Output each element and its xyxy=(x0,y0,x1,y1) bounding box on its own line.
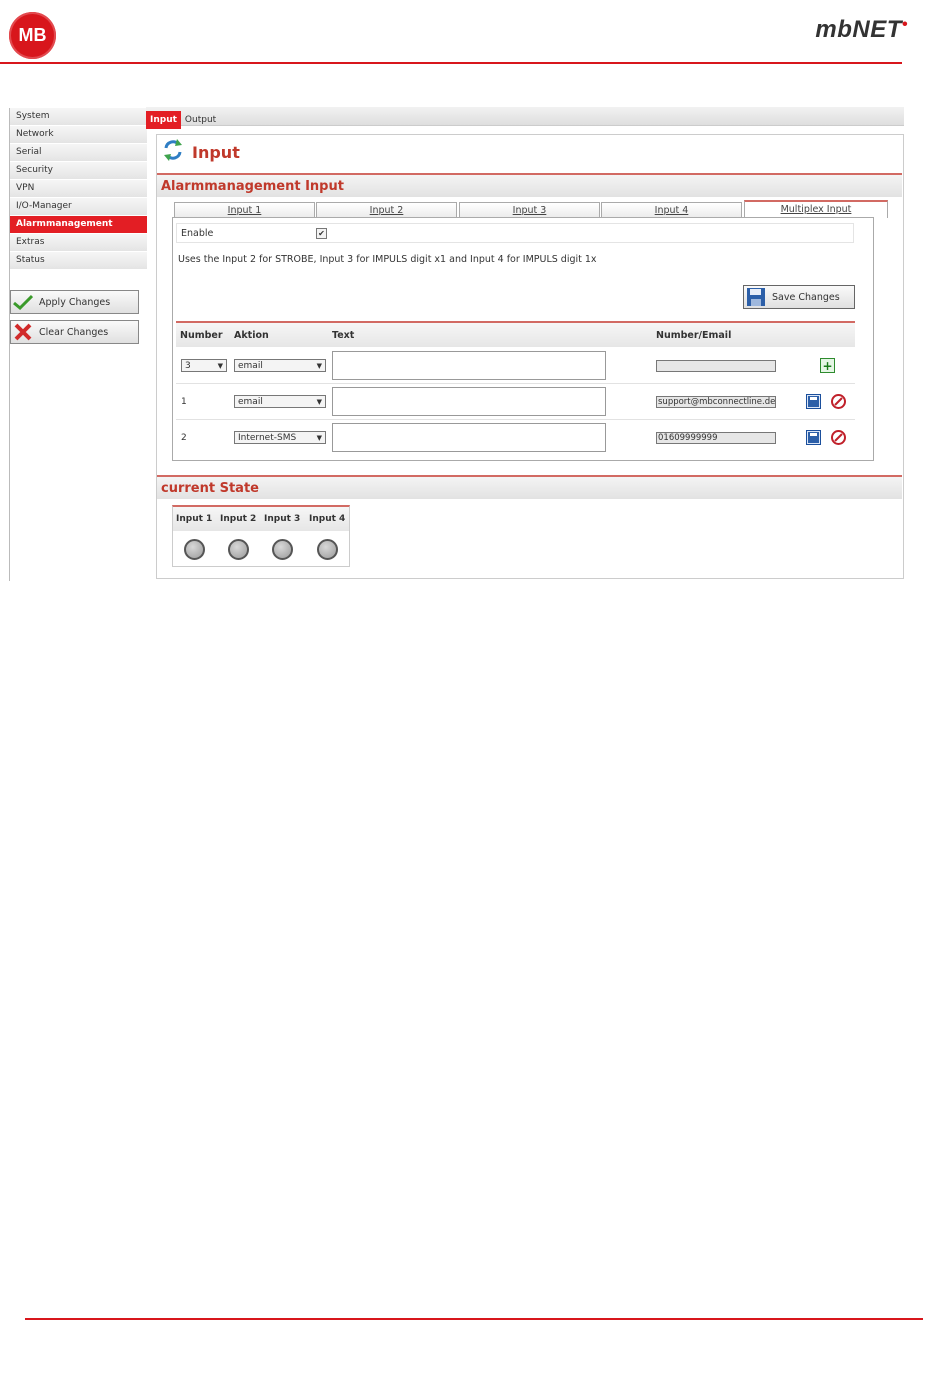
chevron-down-icon: ▼ xyxy=(316,362,322,370)
input-3-status-led-icon xyxy=(272,539,293,560)
sidebar-item-io-manager[interactable]: I/O-Manager xyxy=(10,198,147,216)
subtab-input-2[interactable]: Input 2 xyxy=(316,202,457,217)
clear-changes-button[interactable]: Clear Changes xyxy=(10,320,139,344)
new-email-input[interactable] xyxy=(656,360,776,372)
sidebar-item-alarmmanagement[interactable]: Alarmmanagement xyxy=(10,216,147,234)
col-header-text: Text xyxy=(332,330,355,341)
brand-text: mbNET xyxy=(815,16,902,43)
sidebar-item-network[interactable]: Network xyxy=(10,126,147,144)
brand-mark: • xyxy=(901,16,908,33)
row-1-email-input[interactable]: support@mbconnectline.de xyxy=(656,396,776,408)
section-header-current-state: current State xyxy=(157,475,902,499)
sidebar-item-extras[interactable]: Extras xyxy=(10,234,147,252)
row-2-email-input[interactable]: 01609999999 xyxy=(656,432,776,444)
row-2-aktion-value: Internet-SMS xyxy=(238,433,297,443)
apply-changes-button[interactable]: Apply Changes xyxy=(10,290,139,314)
floppy-disk-icon xyxy=(746,287,766,307)
add-icon[interactable]: + xyxy=(820,358,835,373)
subtab-input-3[interactable]: Input 3 xyxy=(459,202,600,217)
header-divider xyxy=(0,62,902,64)
row-divider xyxy=(176,383,855,384)
sidebar-item-status[interactable]: Status xyxy=(10,252,147,270)
new-aktion-value: email xyxy=(238,361,263,371)
state-table-header: Input 1 Input 2 Input 3 Input 4 xyxy=(173,507,349,531)
delete-icon[interactable] xyxy=(831,394,846,409)
input-4-status-led-icon xyxy=(317,539,338,560)
col-header-email: Number/Email xyxy=(656,330,732,341)
clear-changes-label: Clear Changes xyxy=(39,326,109,338)
subtab-input-4[interactable]: Input 4 xyxy=(601,202,742,217)
chevron-down-icon: ▼ xyxy=(316,398,322,406)
mb-logo: MB xyxy=(9,12,56,59)
state-label-input-1: Input 1 xyxy=(176,514,213,524)
col-header-aktion: Aktion xyxy=(234,330,269,341)
sidebar-item-system[interactable]: System xyxy=(10,108,147,126)
chevron-down-icon: ▼ xyxy=(217,362,223,370)
delete-icon[interactable] xyxy=(831,430,846,445)
floppy-disk-icon[interactable] xyxy=(806,394,821,409)
chevron-down-icon: ▼ xyxy=(316,434,322,442)
checkbox-check-icon: ✔ xyxy=(318,229,325,238)
row-1-aktion-select[interactable]: email ▼ xyxy=(234,395,326,408)
refresh-icon xyxy=(162,138,184,166)
input-1-status-led-icon xyxy=(184,539,205,560)
floppy-disk-icon[interactable] xyxy=(806,430,821,445)
row-1-text-area[interactable] xyxy=(332,387,606,416)
state-label-input-3: Input 3 xyxy=(264,514,301,524)
row-2-number: 2 xyxy=(181,433,187,443)
top-tab-bar: Input Output xyxy=(146,107,904,129)
new-number-value: 3 xyxy=(185,361,191,371)
page-title-text: Input xyxy=(192,142,240,162)
logo-text: MB xyxy=(18,25,47,45)
enable-checkbox[interactable]: ✔ xyxy=(316,228,327,239)
brand-logo: mbNET• xyxy=(815,16,908,44)
enable-label: Enable xyxy=(181,228,214,239)
row-1-number: 1 xyxy=(181,397,187,407)
subtab-input-1[interactable]: Input 1 xyxy=(174,202,315,217)
col-header-number: Number xyxy=(180,330,223,341)
input-2-status-led-icon xyxy=(228,539,249,560)
sidebar-item-security[interactable]: Security xyxy=(10,162,147,180)
save-changes-button[interactable]: Save Changes xyxy=(743,285,855,309)
tab-input[interactable]: Input xyxy=(146,111,181,129)
row-1-aktion-value: email xyxy=(238,397,263,407)
sidebar-item-vpn[interactable]: VPN xyxy=(10,180,147,198)
save-changes-label: Save Changes xyxy=(772,291,840,303)
new-text-area[interactable] xyxy=(332,351,606,380)
row-2-aktion-select[interactable]: Internet-SMS ▼ xyxy=(234,431,326,444)
section-header-alarmmanagement: Alarmmanagement Input xyxy=(157,173,902,197)
sidebar: System Network Serial Security VPN I/O-M… xyxy=(9,108,147,581)
new-aktion-select[interactable]: email ▼ xyxy=(234,359,326,372)
footer-divider xyxy=(25,1318,923,1320)
new-number-select[interactable]: 3 ▼ xyxy=(181,359,227,372)
tab-output[interactable]: Output xyxy=(181,111,220,129)
enable-row: Enable xyxy=(176,223,854,243)
state-label-input-4: Input 4 xyxy=(309,514,346,524)
checkmark-icon xyxy=(13,292,33,312)
row-2-text-area[interactable] xyxy=(332,423,606,452)
page-title: Input xyxy=(162,138,240,166)
sidebar-item-serial[interactable]: Serial xyxy=(10,144,147,162)
row-divider xyxy=(176,419,855,420)
multiplex-description: Uses the Input 2 for STROBE, Input 3 for… xyxy=(178,254,597,265)
table-header: Number Aktion Text Number/Email xyxy=(176,321,855,347)
apply-changes-label: Apply Changes xyxy=(39,296,111,308)
cross-icon xyxy=(13,322,33,342)
state-label-input-2: Input 2 xyxy=(220,514,257,524)
subtab-multiplex-input[interactable]: Multiplex Input xyxy=(744,200,888,218)
